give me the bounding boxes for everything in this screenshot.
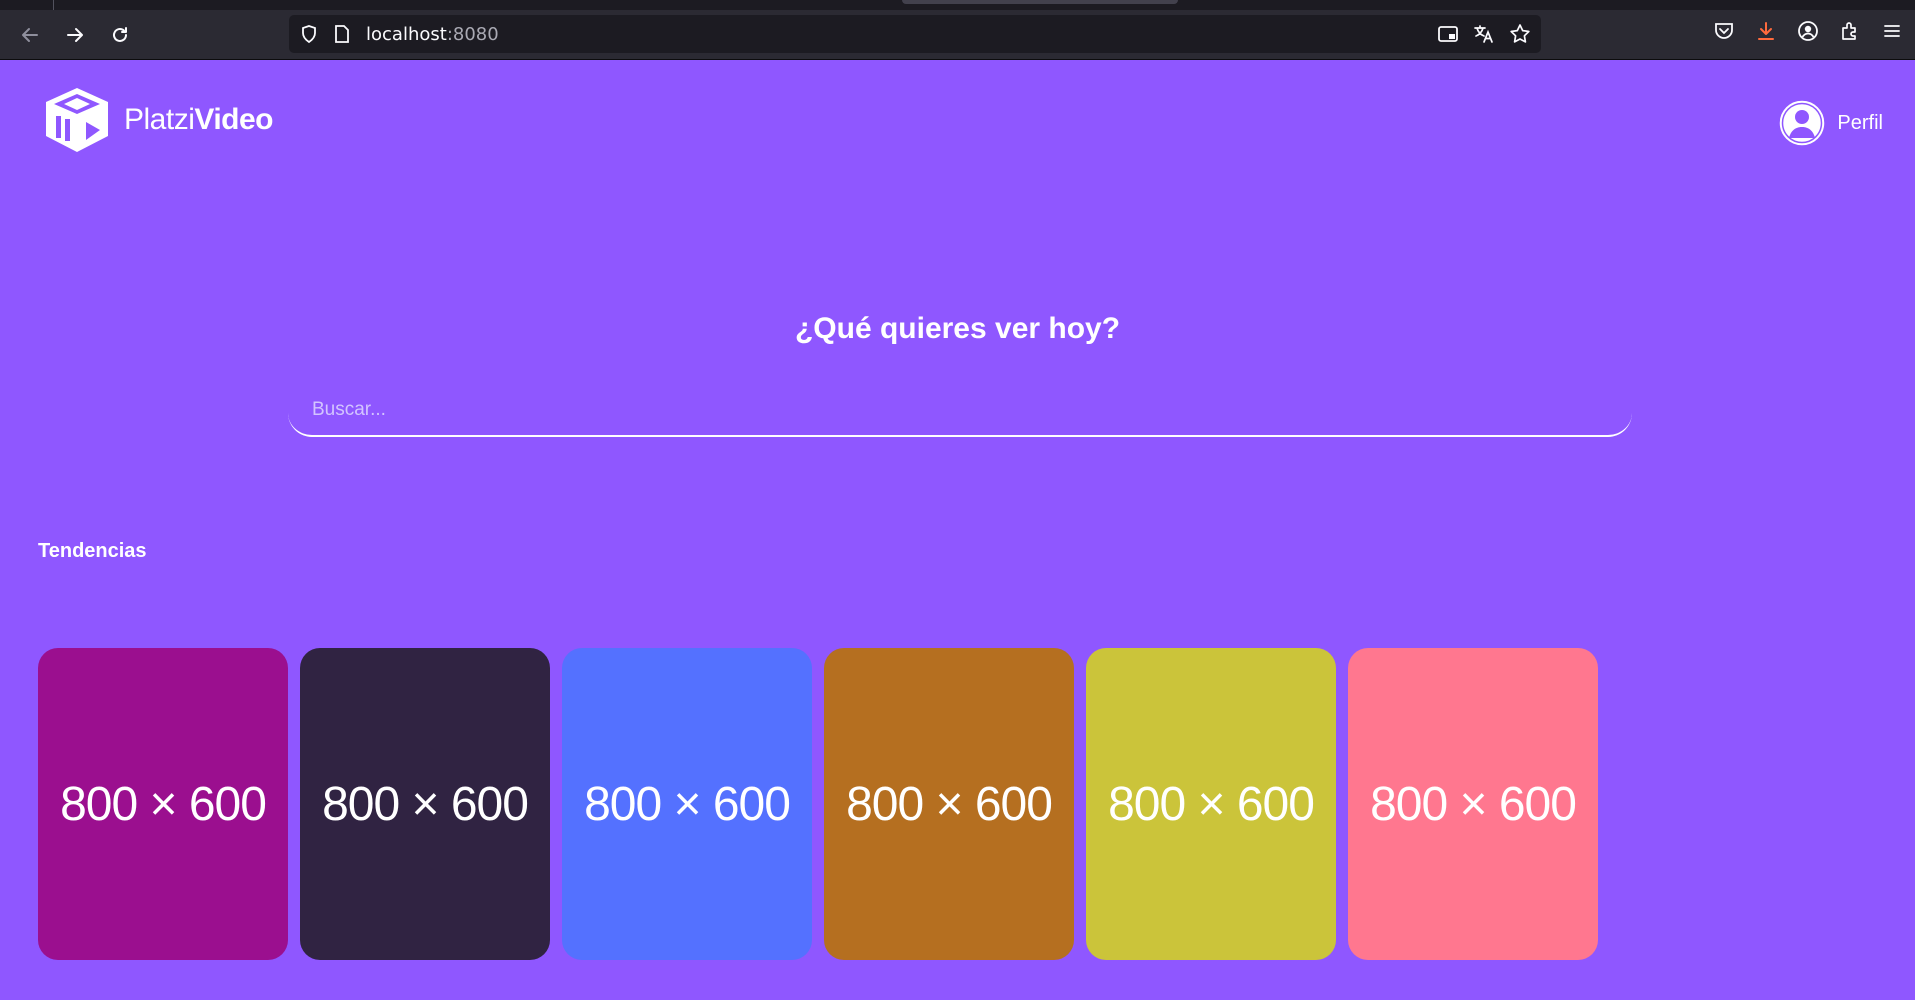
brand-name: PlatziVideo <box>124 103 273 137</box>
menu-icon[interactable] <box>1881 20 1903 42</box>
address-bar-actions <box>1437 23 1531 45</box>
profile-menu[interactable]: Perfil <box>1779 100 1883 146</box>
page-title: ¿Qué quieres ver hoy? <box>794 312 1121 345</box>
browser-tools <box>1713 20 1903 42</box>
carousel-item[interactable]: 800 × 600 <box>562 648 812 960</box>
forward-button[interactable] <box>60 20 90 50</box>
carousel-item-label: 800 × 600 <box>584 777 791 831</box>
extensions-icon[interactable] <box>1839 20 1861 42</box>
browser-toolbar: localhost:8080 <box>0 0 1915 60</box>
search-input[interactable] <box>288 385 1632 435</box>
reload-button[interactable] <box>105 20 135 50</box>
carousel-item[interactable]: 800 × 600 <box>300 648 550 960</box>
platzi-video-logo[interactable]: PlatziVideo <box>42 86 273 154</box>
carousel-item[interactable]: 800 × 600 <box>1086 648 1336 960</box>
reload-icon <box>113 27 127 42</box>
url-text[interactable]: localhost:8080 <box>366 24 499 45</box>
site-header: PlatziVideo Perfil <box>0 60 1915 180</box>
shield-icon[interactable] <box>299 24 319 44</box>
brand-name-bold: Video <box>194 103 273 136</box>
url-port: :8080 <box>446 24 499 45</box>
brand-name-light: Platzi <box>124 103 195 136</box>
profile-label: Perfil <box>1837 111 1883 134</box>
carousel-item-label: 800 × 600 <box>846 777 1053 831</box>
picture-in-picture-icon[interactable] <box>1437 23 1459 45</box>
tab-strip <box>0 0 1915 10</box>
carousel-item-label: 800 × 600 <box>1108 777 1315 831</box>
carousel-item[interactable]: 800 × 600 <box>1348 648 1598 960</box>
carousel-item[interactable]: 800 × 600 <box>38 648 288 960</box>
page-icon[interactable] <box>333 24 351 44</box>
arrow-left-icon <box>22 28 38 42</box>
back-button[interactable] <box>15 20 45 50</box>
account-icon[interactable] <box>1797 20 1819 42</box>
cube-logo-icon <box>46 88 108 152</box>
translate-icon[interactable] <box>1473 23 1495 45</box>
download-icon[interactable] <box>1755 20 1777 42</box>
search-field-wrapper <box>288 385 1632 437</box>
carousel-item-label: 800 × 600 <box>1370 777 1577 831</box>
arrow-right-icon <box>67 28 83 42</box>
trends-carousel: 800 × 600 800 × 600 800 × 600 800 × 600 … <box>38 648 1598 960</box>
user-avatar-icon <box>1780 100 1825 146</box>
tab-divider <box>53 0 54 10</box>
pocket-icon[interactable] <box>1713 20 1735 42</box>
address-bar[interactable]: localhost:8080 <box>289 15 1541 53</box>
active-tab-indicator[interactable] <box>902 0 1178 4</box>
carousel-item[interactable]: 800 × 600 <box>824 648 1074 960</box>
section-title-trends: Tendencias <box>38 540 147 562</box>
bookmark-star-icon[interactable] <box>1509 23 1531 45</box>
carousel-item-label: 800 × 600 <box>322 777 529 831</box>
url-host: localhost <box>366 24 447 45</box>
carousel-item-label: 800 × 600 <box>60 777 267 831</box>
